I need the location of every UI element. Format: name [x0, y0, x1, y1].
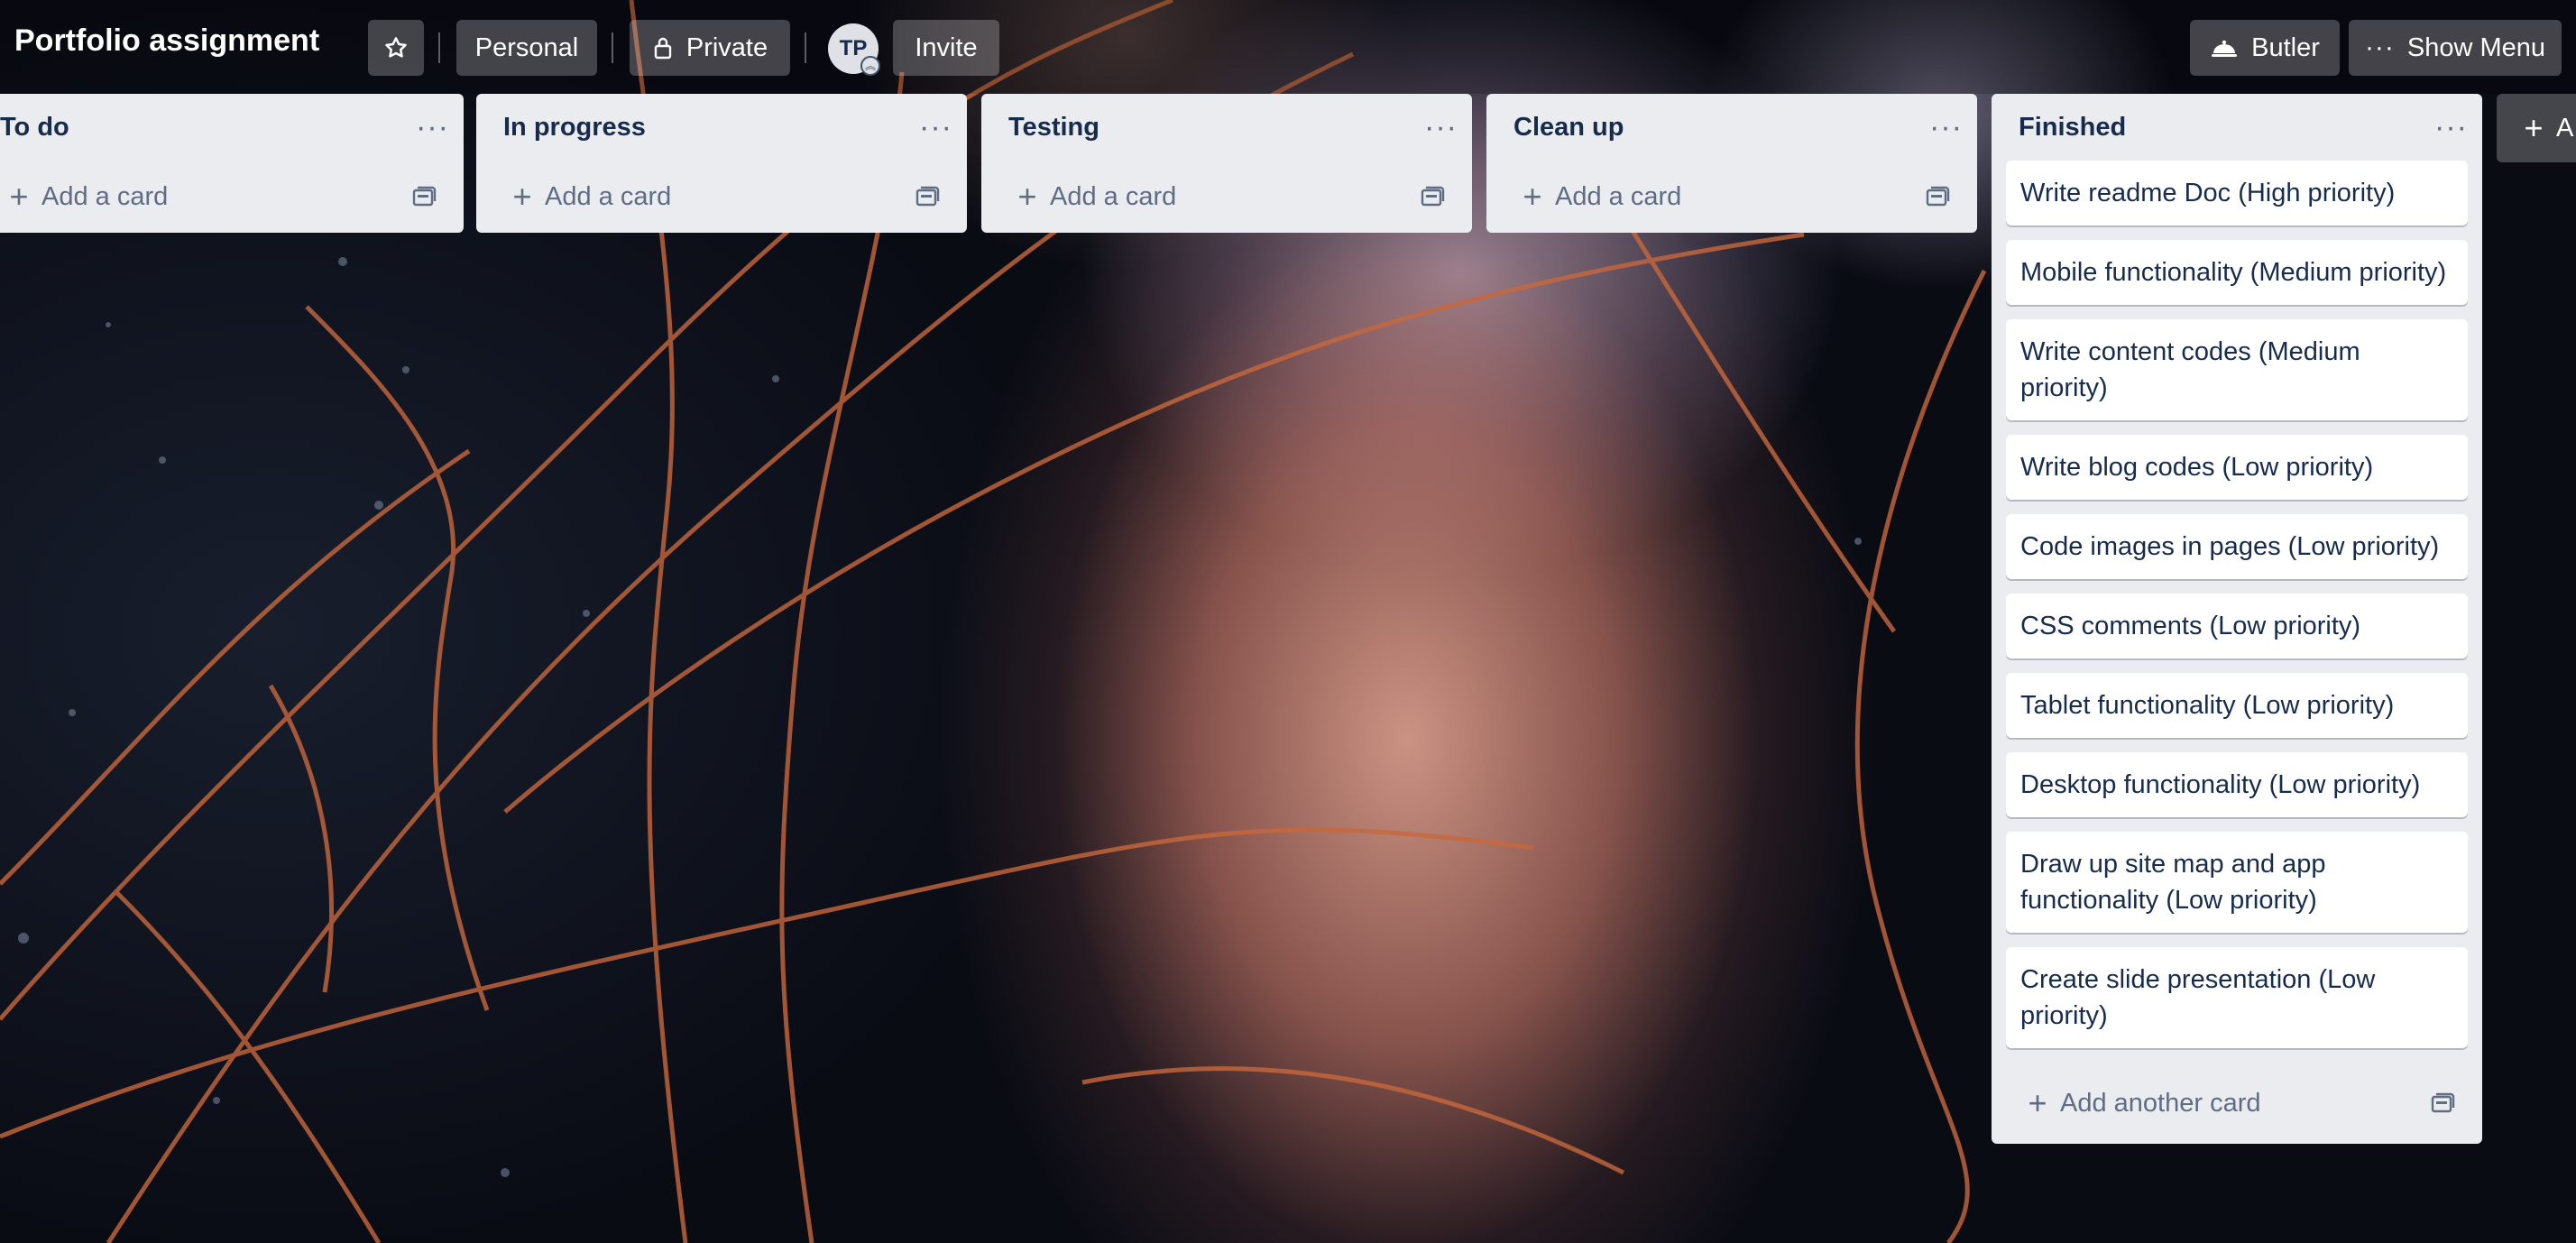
list-menu-icon[interactable]: ··· — [1929, 112, 1963, 143]
card[interactable]: Tablet functionality (Low priority) — [2006, 673, 2468, 738]
list-header: In progress ··· — [476, 94, 967, 161]
list-header: Testing ··· — [981, 94, 1472, 161]
list-title[interactable]: To do — [0, 113, 69, 143]
list-title[interactable]: In progress — [503, 113, 646, 143]
visibility-button[interactable]: Private — [630, 20, 790, 76]
header-divider — [805, 32, 806, 63]
add-card-label: Add a card — [545, 181, 672, 211]
card[interactable]: Create slide presentation (Low priority) — [2006, 947, 2468, 1048]
show-menu-label: Show Menu — [2406, 32, 2546, 62]
list-finished: Finished ··· Write readme Doc (High prio… — [1992, 94, 2482, 1144]
list-title[interactable]: Clean up — [1513, 113, 1624, 143]
add-card-button[interactable]: + Add a card — [476, 161, 967, 233]
star-button[interactable] — [368, 20, 424, 76]
card[interactable]: Write content codes (Medium priority) — [2006, 319, 2468, 420]
butler-button[interactable]: Butler — [2190, 20, 2340, 76]
plus-icon: + — [1523, 178, 1542, 215]
star-icon — [385, 37, 407, 58]
team-label: Personal — [474, 32, 579, 62]
add-card-label: Add a card — [1555, 181, 1682, 211]
show-menu-button[interactable]: ··· Show Menu — [2349, 20, 2562, 76]
add-card-label: Add another card — [2060, 1088, 2261, 1118]
more-icon: ··· — [2364, 32, 2395, 62]
header-divider — [438, 32, 440, 63]
card[interactable]: Code images in pages (Low priority) — [2006, 514, 2468, 579]
add-card-button[interactable]: + Add a card — [1486, 161, 1977, 233]
butler-icon — [2212, 40, 2238, 57]
add-card-label: Add a card — [41, 181, 169, 211]
card-list: Write readme Doc (High priority) Mobile … — [1992, 161, 2482, 1048]
list-header: To do ··· — [0, 94, 464, 161]
list-header: Finished ··· — [1992, 94, 2482, 161]
admin-chevron-icon: ︽ — [860, 56, 880, 76]
card-template-icon[interactable] — [1925, 185, 1950, 208]
header-divider — [612, 32, 613, 63]
card[interactable]: Draw up site map and app functionality (… — [2006, 832, 2468, 933]
card[interactable]: Write readme Doc (High priority) — [2006, 161, 2468, 226]
list-title[interactable]: Testing — [1008, 113, 1099, 143]
plus-icon: + — [1017, 178, 1037, 215]
board-title[interactable]: Portfolio assignment — [14, 23, 319, 59]
card-template-icon[interactable] — [2430, 1091, 2455, 1115]
list-menu-icon[interactable]: ··· — [2434, 112, 2468, 143]
card[interactable]: CSS comments (Low priority) — [2006, 594, 2468, 658]
plus-icon: + — [9, 178, 29, 215]
list-testing: Testing ··· + Add a card — [981, 94, 1472, 233]
board-header: Portfolio assignment Personal Private TP… — [0, 0, 2576, 94]
plus-icon: + — [512, 178, 532, 215]
list-in-progress: In progress ··· + Add a card — [476, 94, 967, 233]
add-list-button[interactable]: + A — [2497, 94, 2576, 162]
add-card-button[interactable]: + Add a card — [981, 161, 1472, 233]
invite-label: Invite — [915, 32, 978, 62]
add-list-label: A — [2556, 113, 2574, 143]
plus-icon: + — [2028, 1084, 2047, 1121]
card-template-icon[interactable] — [411, 185, 437, 208]
card[interactable]: Mobile functionality (Medium priority) — [2006, 240, 2468, 305]
list-menu-icon[interactable]: ··· — [919, 112, 952, 143]
card-template-icon[interactable] — [1420, 185, 1445, 208]
add-another-card-button[interactable]: + Add another card — [1992, 1063, 2482, 1144]
list-menu-icon[interactable]: ··· — [416, 112, 449, 143]
add-card-button[interactable]: + Add a card — [0, 161, 464, 233]
butler-label: Butler — [2251, 32, 2320, 62]
list-to-do: To do ··· + Add a card — [0, 94, 464, 233]
list-menu-icon[interactable]: ··· — [1424, 112, 1458, 143]
card[interactable]: Write blog codes (Low priority) — [2006, 435, 2468, 500]
card-template-icon[interactable] — [915, 185, 940, 208]
list-header: Clean up ··· — [1486, 94, 1977, 161]
plus-icon: + — [2524, 109, 2544, 146]
list-clean-up: Clean up ··· + Add a card — [1486, 94, 1977, 233]
invite-button[interactable]: Invite — [893, 20, 999, 76]
lock-icon — [654, 37, 672, 60]
list-title[interactable]: Finished — [2019, 113, 2126, 143]
visibility-label: Private — [685, 32, 768, 62]
team-button[interactable]: Personal — [456, 20, 597, 76]
add-card-label: Add a card — [1050, 181, 1177, 211]
card[interactable]: Desktop functionality (Low priority) — [2006, 752, 2468, 817]
